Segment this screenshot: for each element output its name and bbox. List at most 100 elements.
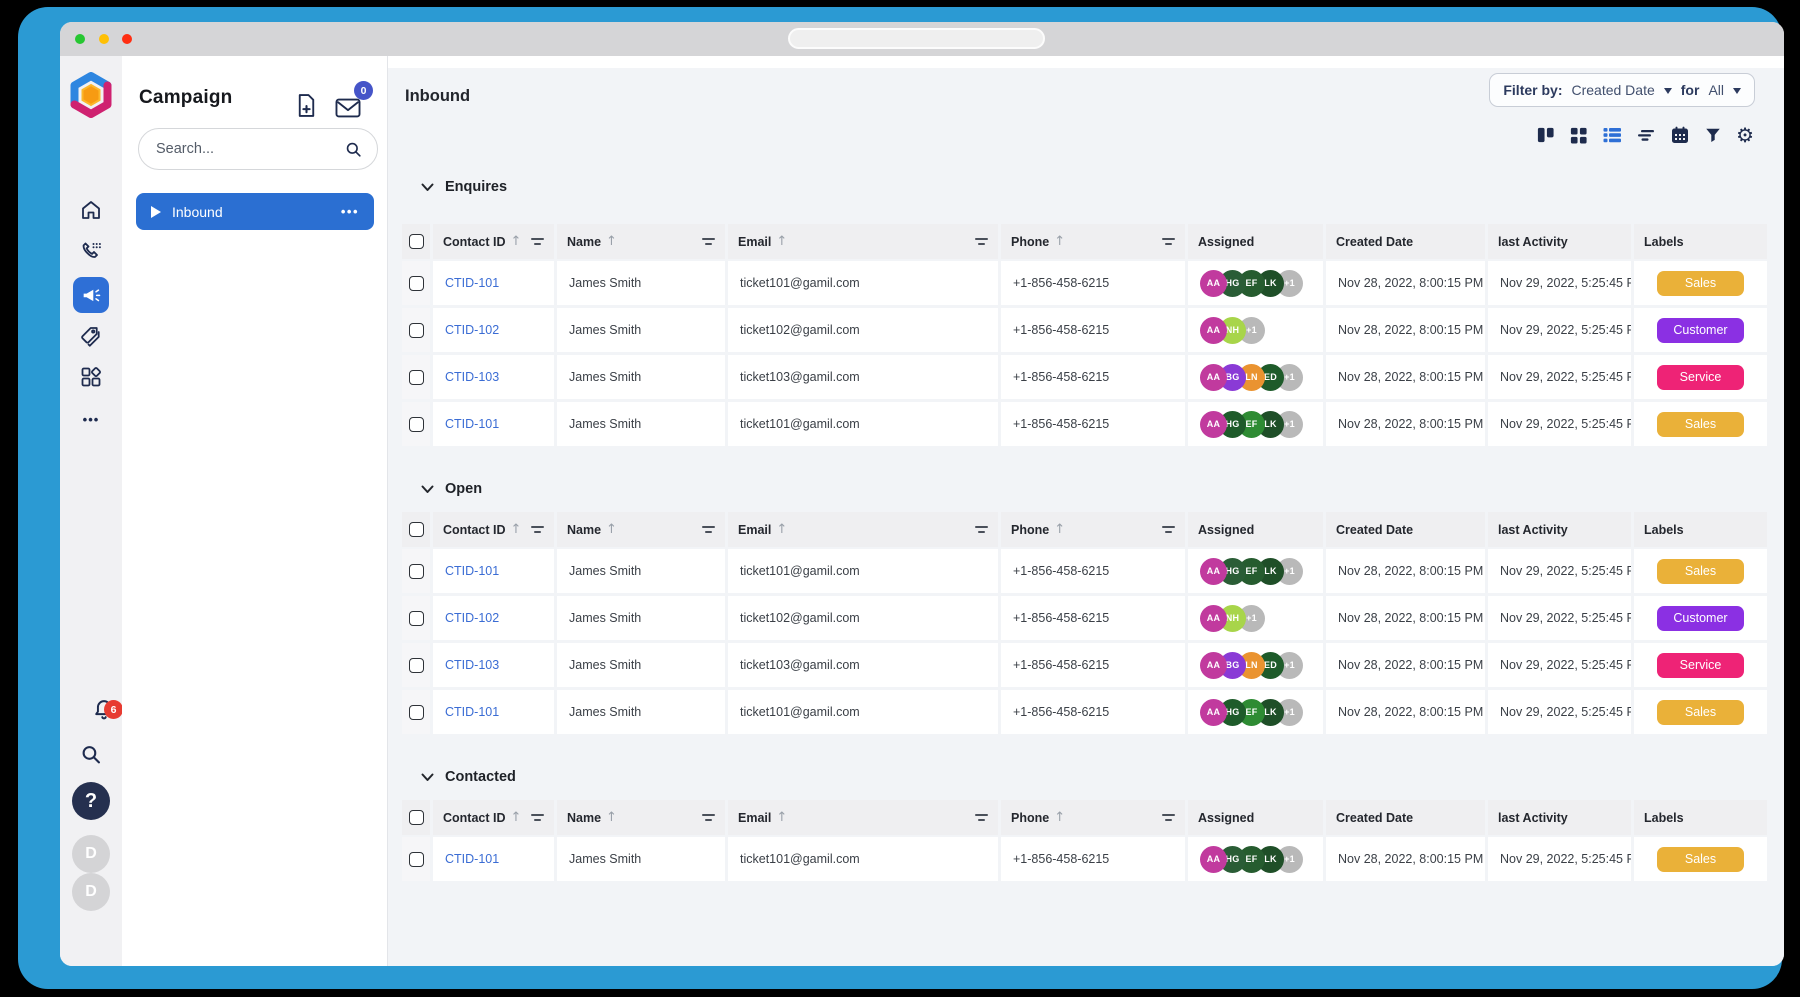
sort-asc-icon[interactable]: ↑ <box>776 522 787 537</box>
label-pill[interactable]: Service <box>1657 365 1744 390</box>
row-checkbox[interactable] <box>409 564 424 579</box>
filter-lines-icon[interactable] <box>1162 814 1175 821</box>
column-header-labels[interactable]: Labels <box>1634 800 1767 835</box>
chevron-down-icon[interactable] <box>1733 88 1741 94</box>
sort-asc-icon[interactable]: ↑ <box>606 522 617 537</box>
filter-lines-icon[interactable] <box>702 526 715 533</box>
contact-id-link[interactable]: CTID-102 <box>445 323 499 337</box>
sort-asc-icon[interactable]: ↑ <box>776 810 787 825</box>
for-value[interactable]: All <box>1708 82 1724 98</box>
row-checkbox[interactable] <box>409 276 424 291</box>
assignee-avatar[interactable]: AA <box>1200 411 1227 438</box>
traffic-light-yellow[interactable] <box>99 34 109 44</box>
filter-lines-icon[interactable] <box>975 238 988 245</box>
campaign-search[interactable] <box>138 128 378 170</box>
chevron-down-icon[interactable] <box>421 485 434 494</box>
sort-asc-icon[interactable]: ↑ <box>1054 810 1065 825</box>
contact-id-link[interactable]: CTID-101 <box>445 564 499 578</box>
sidebar-item-apps[interactable] <box>79 365 103 394</box>
column-header-created[interactable]: Created Date <box>1326 512 1485 547</box>
filter-bar[interactable]: Filter by: Created Date for All <box>1489 73 1755 107</box>
column-header-assigned[interactable]: Assigned <box>1188 800 1323 835</box>
chevron-down-icon[interactable] <box>421 183 434 192</box>
sort-asc-icon[interactable]: ↑ <box>606 810 617 825</box>
chevron-down-icon[interactable] <box>1664 88 1672 94</box>
row-checkbox[interactable] <box>409 323 424 338</box>
assignee-avatar[interactable]: AA <box>1200 558 1227 585</box>
sort-asc-icon[interactable]: ↑ <box>606 234 617 249</box>
sidebar-item-home[interactable] <box>79 198 103 227</box>
row-checkbox[interactable] <box>409 611 424 626</box>
address-bar[interactable] <box>788 28 1045 49</box>
column-header-created[interactable]: Created Date <box>1326 224 1485 259</box>
assignee-avatar[interactable]: AA <box>1200 605 1227 632</box>
select-all-checkbox[interactable] <box>409 522 424 537</box>
filter-lines-icon[interactable] <box>975 526 988 533</box>
row-checkbox[interactable] <box>409 417 424 432</box>
column-header-labels[interactable]: Labels <box>1634 512 1767 547</box>
grid-view-button[interactable] <box>1569 125 1588 145</box>
sidebar-item-campaigns-active[interactable] <box>73 277 109 313</box>
filter-button[interactable] <box>1704 125 1722 145</box>
chevron-down-icon[interactable] <box>421 773 434 782</box>
contact-id-link[interactable]: CTID-101 <box>445 705 499 719</box>
column-header-email[interactable]: Email↑ <box>728 512 998 547</box>
label-pill[interactable]: Sales <box>1657 700 1744 725</box>
settings-button[interactable]: ⚙ <box>1736 125 1754 145</box>
column-header-name[interactable]: Name↑ <box>557 800 725 835</box>
column-header-email[interactable]: Email↑ <box>728 800 998 835</box>
select-all-checkbox[interactable] <box>409 234 424 249</box>
sort-asc-icon[interactable]: ↑ <box>511 522 522 537</box>
kanban-view-button[interactable] <box>1536 125 1555 145</box>
campaign-item-inbound[interactable]: Inbound ••• <box>136 193 374 230</box>
assignee-avatar[interactable]: AA <box>1200 317 1227 344</box>
global-search-button[interactable] <box>79 742 104 772</box>
column-header-assigned[interactable]: Assigned <box>1188 512 1323 547</box>
sidebar-item-more[interactable]: ••• <box>83 412 100 427</box>
column-header-last_activity[interactable]: last Activity <box>1488 512 1631 547</box>
column-header-contact_id[interactable]: Contact ID↑ <box>433 512 554 547</box>
row-checkbox[interactable] <box>409 852 424 867</box>
row-checkbox[interactable] <box>409 658 424 673</box>
contact-id-link[interactable]: CTID-103 <box>445 658 499 672</box>
list-view-button-active[interactable] <box>1602 125 1622 145</box>
assignee-avatar[interactable]: AA <box>1200 364 1227 391</box>
search-input[interactable] <box>156 141 344 157</box>
column-header-name[interactable]: Name↑ <box>557 224 725 259</box>
contact-id-link[interactable]: CTID-101 <box>445 417 499 431</box>
label-pill[interactable]: Sales <box>1657 412 1744 437</box>
column-header-email[interactable]: Email↑ <box>728 224 998 259</box>
column-header-last_activity[interactable]: last Activity <box>1488 800 1631 835</box>
label-pill[interactable]: Service <box>1657 653 1744 678</box>
filter-lines-icon[interactable] <box>702 814 715 821</box>
contact-id-link[interactable]: CTID-101 <box>445 276 499 290</box>
label-pill[interactable]: Customer <box>1657 606 1744 631</box>
label-pill[interactable]: Sales <box>1657 271 1744 296</box>
filter-lines-icon[interactable] <box>531 526 544 533</box>
filter-by-value[interactable]: Created Date <box>1571 82 1654 98</box>
filter-lines-icon[interactable] <box>975 814 988 821</box>
column-header-contact_id[interactable]: Contact ID↑ <box>433 224 554 259</box>
traffic-light-red[interactable] <box>122 34 132 44</box>
avatar[interactable]: D <box>72 835 110 873</box>
compact-view-button[interactable] <box>1636 125 1656 145</box>
assignee-avatar[interactable]: AA <box>1200 846 1227 873</box>
help-button[interactable]: ? <box>72 782 110 820</box>
calendar-view-button[interactable] <box>1670 125 1690 145</box>
assignee-avatar[interactable]: AA <box>1200 699 1227 726</box>
column-header-assigned[interactable]: Assigned <box>1188 224 1323 259</box>
sort-asc-icon[interactable]: ↑ <box>776 234 787 249</box>
contact-id-link[interactable]: CTID-101 <box>445 852 499 866</box>
sidebar-item-tags[interactable] <box>79 324 104 354</box>
label-pill[interactable]: Customer <box>1657 318 1744 343</box>
sort-asc-icon[interactable]: ↑ <box>511 810 522 825</box>
column-header-phone[interactable]: Phone↑ <box>1001 224 1185 259</box>
column-header-contact_id[interactable]: Contact ID↑ <box>433 800 554 835</box>
more-options-icon[interactable]: ••• <box>341 204 359 219</box>
contact-id-link[interactable]: CTID-103 <box>445 370 499 384</box>
inbox-button[interactable] <box>334 97 362 124</box>
column-header-name[interactable]: Name↑ <box>557 512 725 547</box>
new-campaign-button[interactable] <box>294 92 319 124</box>
column-header-phone[interactable]: Phone↑ <box>1001 512 1185 547</box>
column-header-labels[interactable]: Labels <box>1634 224 1767 259</box>
